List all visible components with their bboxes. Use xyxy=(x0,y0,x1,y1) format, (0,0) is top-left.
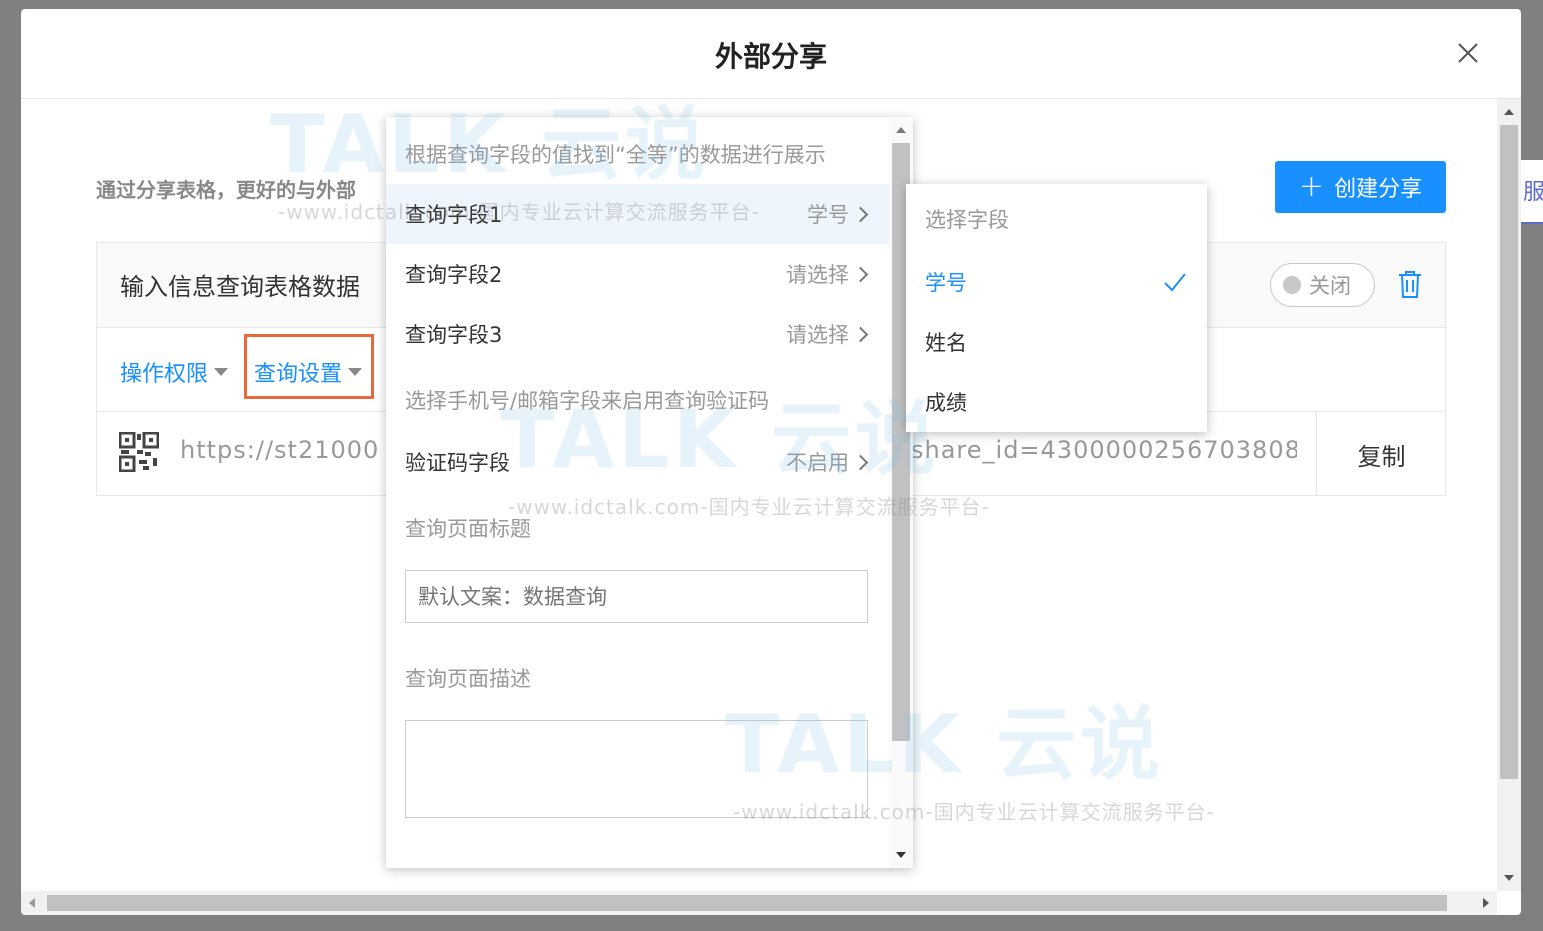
page-desc-textarea[interactable] xyxy=(405,720,868,818)
background-tab: 服 xyxy=(1521,160,1543,224)
verify-field-value: 不启用 xyxy=(786,451,849,475)
scroll-right-icon[interactable] xyxy=(1483,898,1489,908)
scrollbar-thumb[interactable] xyxy=(1500,125,1518,779)
option-label: 学号 xyxy=(925,271,967,295)
field-select-submenu: 选择字段 学号 姓名 成绩 xyxy=(906,184,1207,432)
tab-query-settings[interactable]: 查询设置 xyxy=(254,356,363,388)
chevron-right-icon xyxy=(852,326,869,342)
field-option-name[interactable]: 姓名 xyxy=(906,312,1207,372)
scroll-down-icon[interactable] xyxy=(1504,875,1514,881)
check-icon xyxy=(1164,273,1186,292)
submenu-title: 选择字段 xyxy=(925,208,1009,232)
chevron-right-icon xyxy=(852,206,869,222)
caret-down-icon xyxy=(214,368,229,376)
dialog-vertical-scrollbar[interactable] xyxy=(1497,99,1521,891)
query-field-label: 查询字段3 xyxy=(405,323,503,347)
copy-button[interactable]: 复制 xyxy=(1316,412,1446,496)
chevron-right-icon xyxy=(852,454,869,470)
toggle-label: 关闭 xyxy=(1309,274,1351,298)
field-option-score[interactable]: 成绩 xyxy=(906,372,1207,432)
close-icon[interactable] xyxy=(1456,41,1480,65)
query-field-value: 请选择 xyxy=(786,263,849,287)
qr-code-icon[interactable] xyxy=(119,432,159,472)
tab-permissions[interactable]: 操作权限 xyxy=(120,356,229,388)
query-field-2[interactable]: 查询字段2 请选择 xyxy=(386,244,889,304)
query-field-label: 查询字段1 xyxy=(405,203,503,227)
share-card-title: 输入信息查询表格数据 xyxy=(120,273,360,301)
scroll-up-icon[interactable] xyxy=(1504,109,1514,115)
option-label: 姓名 xyxy=(925,331,967,355)
option-label: 成绩 xyxy=(925,391,967,415)
page-desc-label: 查询页面描述 xyxy=(405,667,531,691)
verify-code-field[interactable]: 验证码字段 不启用 xyxy=(386,432,889,492)
caret-down-icon xyxy=(348,368,363,376)
dialog-header: 外部分享 xyxy=(21,9,1521,99)
dialog-title: 外部分享 xyxy=(714,40,827,73)
scroll-up-icon[interactable] xyxy=(896,127,906,133)
scroll-down-icon[interactable] xyxy=(896,852,906,858)
verify-field-label: 验证码字段 xyxy=(405,451,510,475)
plus-icon: + xyxy=(1298,169,1325,204)
query-field-1[interactable]: 查询字段1 学号 xyxy=(386,184,889,244)
scroll-left-icon[interactable] xyxy=(29,898,35,908)
share-url-suffix[interactable]: share_id=4300000256703808 xyxy=(911,436,1297,464)
create-share-label: 创建分享 xyxy=(1334,177,1423,202)
share-url-prefix[interactable]: https://st21000 xyxy=(180,436,379,464)
scrollbar-thumb[interactable] xyxy=(47,895,1447,911)
toggle-knob xyxy=(1283,276,1301,294)
field-option-student-id[interactable]: 学号 xyxy=(906,252,1207,312)
query-field-3[interactable]: 查询字段3 请选择 xyxy=(386,304,889,364)
tab-query-settings-label: 查询设置 xyxy=(254,362,343,387)
tab-permissions-label: 操作权限 xyxy=(120,362,209,387)
query-field-label: 查询字段2 xyxy=(405,263,503,287)
verify-hint: 选择手机号/邮箱字段来启用查询验证码 xyxy=(405,389,770,413)
query-settings-dropdown: 根据查询字段的值找到“全等”的数据进行展示 查询字段1 学号 查询字段2 请选择… xyxy=(386,117,913,868)
dialog-horizontal-scrollbar[interactable] xyxy=(21,891,1497,915)
create-share-button[interactable]: + 创建分享 xyxy=(1275,161,1446,213)
chevron-right-icon xyxy=(852,266,869,282)
trash-icon[interactable] xyxy=(1397,269,1423,299)
dialog-description: 通过分享表格，更好的与外部 xyxy=(96,178,356,202)
page-title-input[interactable] xyxy=(405,570,868,623)
query-hint: 根据查询字段的值找到“全等”的数据进行展示 xyxy=(405,143,826,167)
page-title-label: 查询页面标题 xyxy=(405,517,531,541)
query-field-value: 学号 xyxy=(807,203,849,227)
share-toggle[interactable]: 关闭 xyxy=(1270,263,1375,307)
query-field-value: 请选择 xyxy=(786,323,849,347)
